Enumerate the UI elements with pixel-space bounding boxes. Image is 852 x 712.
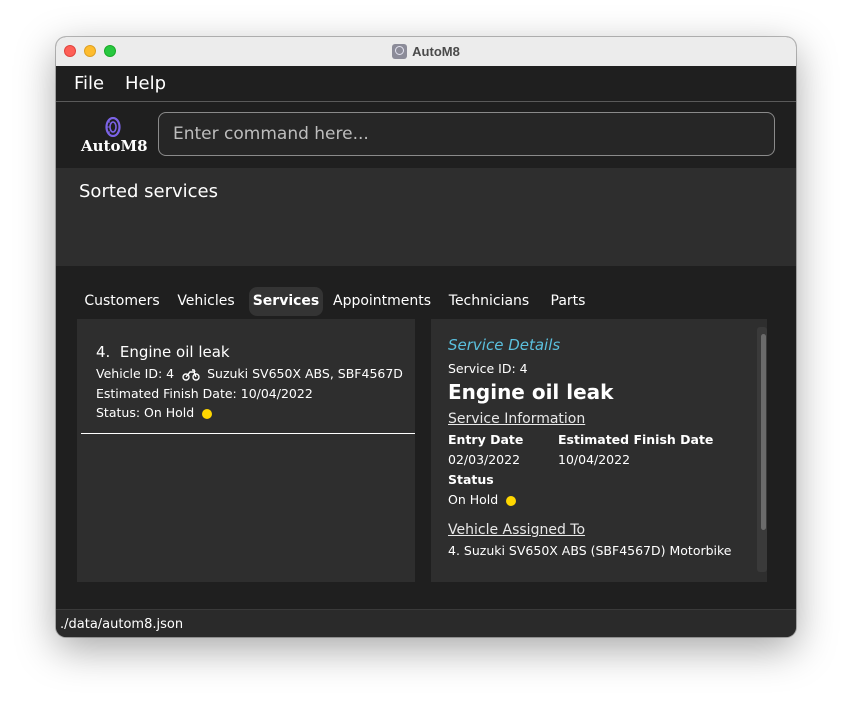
finish-date-label: Estimated Finish Date xyxy=(558,432,714,447)
service-vehicle-id: Vehicle ID: 4 xyxy=(96,366,175,381)
window-title-group: AutoM8 xyxy=(56,37,796,66)
motorbike-icon xyxy=(182,369,200,381)
tab-customers[interactable]: Customers xyxy=(79,287,165,316)
service-information-heading: Service Information xyxy=(448,411,586,427)
status-dot-icon xyxy=(202,408,213,419)
service-description: Engine oil leak xyxy=(119,343,230,361)
service-vehicle-name: Suzuki SV650X ABS, SBF4567D xyxy=(207,366,403,381)
tab-technicians[interactable]: Technicians xyxy=(446,287,532,316)
status-value: On Hold xyxy=(448,492,499,507)
tab-bar: Customers Vehicles Services Appointments… xyxy=(56,266,796,318)
status-bar: ./data/autom8.json xyxy=(56,609,796,637)
logo-text: AutoM8 xyxy=(81,137,148,155)
entry-date-value: 02/03/2022 xyxy=(448,452,521,467)
window-title: AutoM8 xyxy=(412,44,460,59)
service-card[interactable]: 4. Engine oil leak Vehicle ID: 4 Suzuki … xyxy=(77,319,415,432)
card-divider xyxy=(81,433,415,434)
data-file-path: ./data/autom8.json xyxy=(60,617,184,632)
menu-bar: File Help xyxy=(56,66,796,102)
service-status-line: Status: On Hold xyxy=(96,405,213,420)
vehicle-assigned-value: 4. Suzuki SV650X ABS (SBF4567D) Motorbik… xyxy=(448,543,732,558)
service-card-title: 4. Engine oil leak xyxy=(96,343,230,361)
tab-services[interactable]: Services xyxy=(249,287,323,316)
status-label: Status xyxy=(448,472,494,487)
app-window: AutoM8 File Help AutoM8 Sorted services … xyxy=(56,37,796,637)
vehicle-assigned-heading: Vehicle Assigned To xyxy=(448,522,586,538)
menu-file[interactable]: File xyxy=(74,73,104,94)
details-title: Engine oil leak xyxy=(448,380,614,404)
entry-date-label: Entry Date xyxy=(448,432,524,447)
command-row: AutoM8 xyxy=(56,102,796,168)
tab-parts[interactable]: Parts xyxy=(547,287,589,316)
status-dot-icon xyxy=(506,495,517,506)
details-header: Service Details xyxy=(448,336,561,354)
result-message: Sorted services xyxy=(79,181,218,202)
service-finish-date: Estimated Finish Date: 10/04/2022 xyxy=(96,386,313,401)
tab-vehicles[interactable]: Vehicles xyxy=(173,287,239,316)
command-input[interactable] xyxy=(171,123,765,145)
details-service-id: Service ID: 4 xyxy=(448,361,528,376)
service-detail-panel[interactable]: Service Details Service ID: 4 Engine oil… xyxy=(431,319,767,582)
service-index: 4. xyxy=(96,343,111,361)
title-bar: AutoM8 xyxy=(56,37,796,67)
menu-help[interactable]: Help xyxy=(125,73,166,94)
tire-icon xyxy=(105,117,121,137)
service-vehicle-line: Vehicle ID: 4 Suzuki SV650X ABS, SBF4567… xyxy=(96,366,403,381)
finish-date-value: 10/04/2022 xyxy=(558,452,631,467)
tab-appointments[interactable]: Appointments xyxy=(333,287,431,316)
app-logo: AutoM8 xyxy=(80,115,150,155)
command-box[interactable] xyxy=(158,112,775,156)
status-value-line: On Hold xyxy=(448,492,517,507)
service-status: Status: On Hold xyxy=(96,405,195,420)
app-icon xyxy=(392,44,408,59)
service-list[interactable]: 4. Engine oil leak Vehicle ID: 4 Suzuki … xyxy=(77,319,415,582)
detail-scrollbar-thumb[interactable] xyxy=(761,334,766,530)
result-display: Sorted services xyxy=(56,168,796,266)
